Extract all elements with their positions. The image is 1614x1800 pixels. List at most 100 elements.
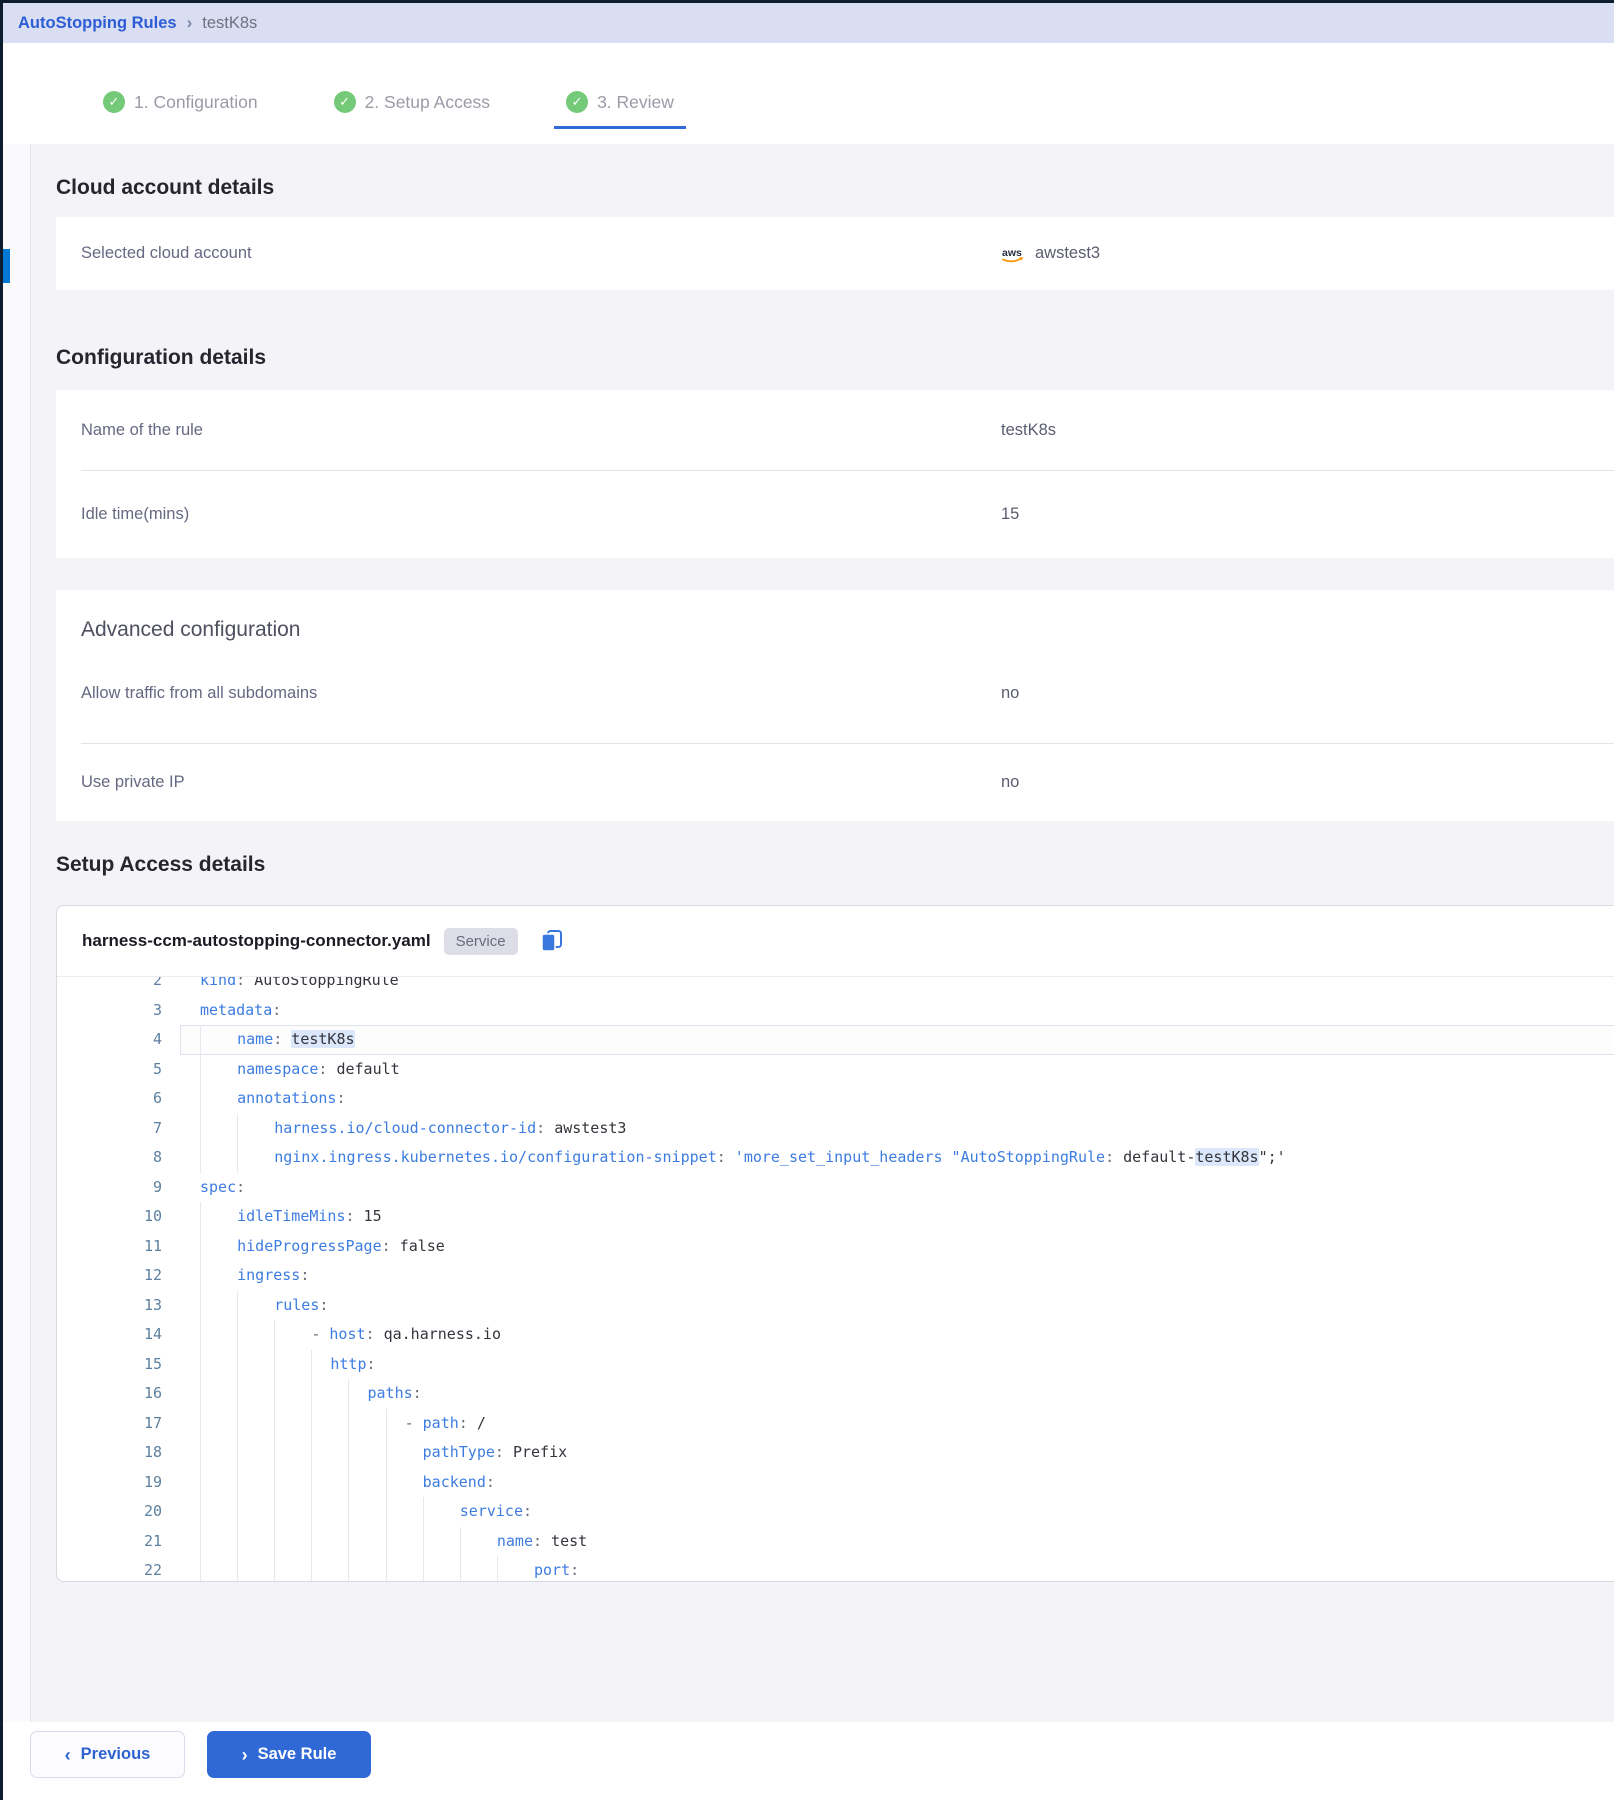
- row-value: aws awstest3: [1001, 244, 1100, 263]
- save-rule-button[interactable]: › Save Rule: [207, 1731, 371, 1778]
- previous-button[interactable]: ‹ Previous: [30, 1731, 185, 1778]
- indent-guide: [200, 1497, 237, 1527]
- indent-guide: [311, 1409, 348, 1439]
- code-editor[interactable]: 2kind: AutoStoppingRule3 metadata: 4name: …: [57, 977, 1614, 1582]
- copy-icon: [539, 942, 565, 957]
- line-number: 13: [57, 1291, 180, 1321]
- previous-button-label: Previous: [81, 1745, 151, 1764]
- indent-guide: [460, 1527, 497, 1557]
- code-token: nginx.ingress.kubernetes.io/configuratio…: [274, 1148, 717, 1166]
- row-value: testK8s: [1001, 421, 1056, 440]
- line-number: 3: [57, 996, 180, 1026]
- section-title-cloud-account: Cloud account details: [56, 174, 1614, 202]
- indent-guide: [200, 1350, 237, 1380]
- svg-text:aws: aws: [1002, 247, 1022, 259]
- line-number: 17: [57, 1409, 180, 1439]
- row-label: Selected cloud account: [81, 244, 252, 263]
- code-text: backend:: [180, 1468, 1614, 1498]
- indent-guide: [274, 1527, 311, 1557]
- indent-guide: [274, 1438, 311, 1468]
- line-number: 15: [57, 1350, 180, 1380]
- indent-guide: [423, 1556, 460, 1582]
- tab-configuration[interactable]: ✓ 1. Configuration: [91, 91, 270, 129]
- code-line: 14- host: qa.harness.io: [57, 1320, 1614, 1350]
- tab-label: 2. Setup Access: [365, 92, 491, 113]
- indent-guide: [348, 1468, 385, 1498]
- code-token: :: [495, 1443, 513, 1461]
- code-token: rules: [274, 1296, 319, 1314]
- code-line: 19backend:: [57, 1468, 1614, 1498]
- indent-guide: [237, 1143, 274, 1173]
- code-line: 2kind: AutoStoppingRule: [57, 977, 1614, 996]
- code-token: qa.harness.io: [384, 1325, 501, 1343]
- code-token: idleTimeMins: [237, 1207, 345, 1225]
- indent-guide: [274, 1350, 311, 1380]
- tab-review[interactable]: ✓ 3. Review: [554, 91, 686, 129]
- code-token: :: [523, 1502, 532, 1520]
- indent-guide: [386, 1468, 423, 1498]
- row-label: Name of the rule: [81, 421, 203, 440]
- tab-label: 1. Configuration: [134, 92, 258, 113]
- copy-yaml-button[interactable]: [539, 928, 565, 954]
- yaml-card-header: harness-ccm-autostopping-connector.yaml …: [57, 906, 1614, 977]
- line-number: 11: [57, 1232, 180, 1262]
- code-token: :: [717, 1148, 735, 1166]
- tab-setup-access[interactable]: ✓ 2. Setup Access: [322, 91, 503, 129]
- code-token: :: [300, 1266, 309, 1284]
- indent-guide: [200, 1114, 237, 1144]
- check-circle-icon: ✓: [566, 91, 588, 113]
- row-label: Allow traffic from all subdomains: [81, 684, 317, 703]
- code-token: default: [336, 1060, 399, 1078]
- indent-guide: [200, 1291, 237, 1321]
- code-text: name: test: [180, 1527, 1614, 1557]
- code-text: http:: [180, 1350, 1614, 1380]
- indent-guide: [311, 1556, 348, 1582]
- code-token: metadata: [200, 1001, 272, 1019]
- save-rule-button-label: Save Rule: [258, 1745, 337, 1764]
- line-number: 5: [57, 1055, 180, 1085]
- indent-guide: [200, 1379, 237, 1409]
- code-token: :: [336, 1089, 345, 1107]
- chevron-right-icon: ›: [187, 13, 193, 33]
- code-token: harness.io/cloud-connector-id: [274, 1119, 536, 1137]
- line-number: 21: [57, 1527, 180, 1557]
- code-token: :: [345, 1207, 363, 1225]
- indent-guide: [200, 1320, 237, 1350]
- code-line: 6annotations:: [57, 1084, 1614, 1114]
- indent-guide: [274, 1320, 311, 1350]
- indent-guide: [237, 1556, 274, 1582]
- line-number: 12: [57, 1261, 180, 1291]
- code-token: name: [237, 1030, 273, 1048]
- code-text: hideProgressPage: false: [180, 1232, 1614, 1262]
- breadcrumb-link-autostopping-rules[interactable]: AutoStopping Rules: [18, 14, 177, 33]
- code-token: namespace: [237, 1060, 318, 1078]
- indent-guide: [237, 1468, 274, 1498]
- indent-guide: [348, 1379, 367, 1409]
- indent-guide: [311, 1527, 348, 1557]
- code-token: :: [536, 1119, 554, 1137]
- indent-guide: [200, 1232, 237, 1262]
- code-text: - host: qa.harness.io: [180, 1320, 1614, 1350]
- code-line: 4name: testK8s: [57, 1025, 1614, 1055]
- code-text: kind: AutoStoppingRule: [180, 977, 1614, 996]
- line-number: 6: [57, 1084, 180, 1114]
- code-token: :: [533, 1532, 551, 1550]
- code-line: 20service:: [57, 1497, 1614, 1527]
- nav-scroll-indicator: [3, 249, 10, 283]
- check-circle-icon: ✓: [334, 91, 356, 113]
- indent-guide: [348, 1527, 385, 1557]
- indent-guide: [237, 1497, 274, 1527]
- indent-guide: [311, 1350, 330, 1380]
- indent-guide: [274, 1497, 311, 1527]
- line-number: 8: [57, 1143, 180, 1173]
- indent-guide: [237, 1350, 274, 1380]
- code-token: :: [318, 1060, 336, 1078]
- service-badge: Service: [444, 928, 518, 955]
- code-line: 7harness.io/cloud-connector-id: awstest3: [57, 1114, 1614, 1144]
- use-private-ip-row: Use private IP no: [81, 743, 1614, 821]
- breadcrumb: AutoStopping Rules › testK8s: [3, 3, 1614, 43]
- line-number: 16: [57, 1379, 180, 1409]
- indent-guide: [200, 1143, 237, 1173]
- check-circle-icon: ✓: [103, 91, 125, 113]
- code-text: - path: /: [180, 1409, 1614, 1439]
